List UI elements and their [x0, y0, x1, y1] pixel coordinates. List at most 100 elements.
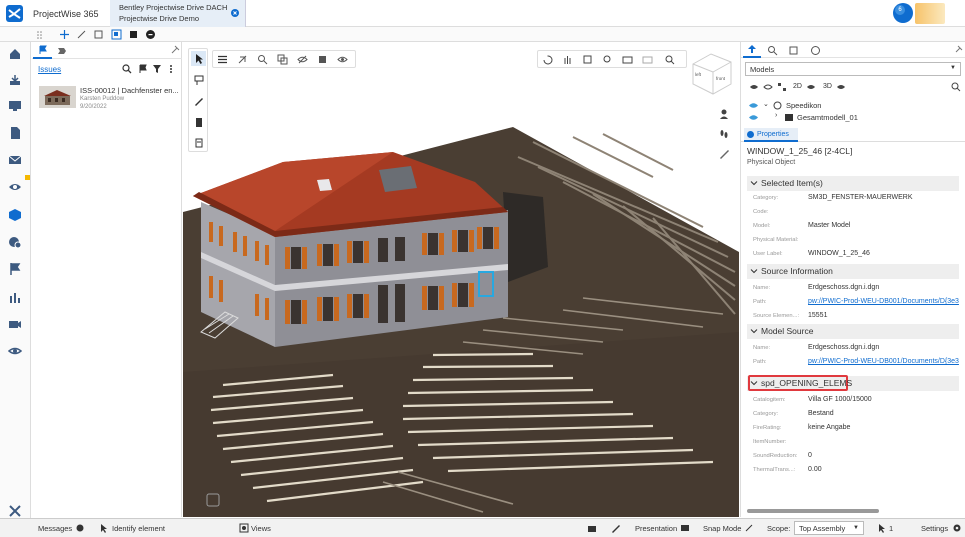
issue-list-item[interactable]: ISS-00012 | Dachfenster en... Karsten Pu… [32, 84, 182, 114]
pencil-status-icon[interactable] [611, 523, 621, 533]
expand-chevron-icon[interactable]: ⌄ [763, 100, 769, 108]
no-markup-icon[interactable] [237, 54, 248, 65]
settings-label[interactable]: Settings [921, 524, 948, 533]
model-path-link[interactable]: pw://PWIC-Prod-WEU-DB001/Documents/D{3e3 [808, 358, 959, 365]
line-icon[interactable] [76, 29, 87, 40]
presentation-icon[interactable] [680, 523, 690, 533]
views-label[interactable]: Views [251, 524, 271, 533]
2d-toggle[interactable]: 2D [793, 83, 802, 90]
briefcase-icon[interactable] [587, 523, 597, 533]
monitor-icon[interactable] [8, 99, 22, 113]
user-avatar[interactable] [915, 3, 945, 24]
more-options-icon[interactable] [168, 64, 174, 74]
tools-icon[interactable] [8, 504, 22, 518]
models-select[interactable]: Models ▼ [745, 62, 961, 76]
hide-all-icon[interactable] [763, 82, 773, 92]
expand-chevron-icon[interactable]: › [775, 112, 777, 119]
pin-icon[interactable] [170, 45, 180, 55]
ruler-icon[interactable] [718, 148, 730, 160]
hide-icon[interactable] [297, 54, 308, 65]
scope-select[interactable]: Top Assembly ▼ [794, 521, 864, 535]
eye-icon[interactable] [8, 180, 22, 194]
messages-label[interactable]: Messages [38, 524, 72, 533]
isolate-icon[interactable] [317, 54, 328, 65]
snap-mode-label[interactable]: Snap Mode [703, 524, 741, 533]
close-tab-icon[interactable] [231, 9, 239, 17]
footsteps-icon[interactable] [718, 128, 730, 140]
video-icon[interactable] [8, 317, 22, 331]
list-tool-icon[interactable] [193, 137, 205, 149]
horizontal-scrollbar[interactable] [747, 509, 879, 513]
show-all-icon[interactable] [337, 54, 348, 65]
bar-chart-icon[interactable] [8, 290, 22, 304]
chevron-down-icon [750, 379, 758, 387]
gear-icon[interactable] [952, 523, 962, 533]
2d-eye-icon[interactable] [806, 82, 816, 92]
pin-panel-icon[interactable] [953, 45, 963, 55]
issues-tab[interactable] [33, 42, 52, 59]
section-icon[interactable] [111, 29, 122, 40]
settings-cloud-icon[interactable] [8, 235, 22, 249]
tree-icon[interactable] [777, 82, 787, 92]
cube-icon[interactable] [8, 208, 22, 222]
walk-icon[interactable] [642, 54, 653, 65]
spd-opening-elems-header[interactable]: spd_OPENING_ELEMS [747, 375, 959, 391]
menu-icon[interactable] [217, 54, 228, 65]
identify-element-label[interactable]: Identify element [112, 524, 165, 533]
pan-icon[interactable] [562, 54, 573, 65]
filter-icon[interactable] [152, 64, 162, 74]
source-information-header[interactable]: Source Information [747, 264, 959, 279]
download-icon[interactable] [8, 73, 22, 87]
copy-icon[interactable] [277, 54, 288, 65]
mail-icon[interactable] [8, 153, 22, 167]
tree-item-speedikon[interactable]: ⌄ Speedikon [749, 100, 961, 112]
model-source-header[interactable]: Model Source [747, 324, 959, 339]
camera-icon[interactable] [622, 54, 633, 65]
flag-filter-icon[interactable] [138, 64, 148, 74]
zoom-extents-icon[interactable] [664, 54, 675, 65]
source-path-link[interactable]: pw://PWIC-Prod-WEU-DB001/Documents/D{3e3 [808, 298, 959, 305]
pencil-icon[interactable] [193, 95, 205, 107]
search-tab-icon[interactable] [767, 45, 778, 56]
groups-tab-icon[interactable] [810, 45, 821, 56]
zoom-icon[interactable] [257, 54, 268, 65]
clash-tab-icon[interactable] [56, 44, 70, 57]
fit-view-icon[interactable] [582, 54, 593, 65]
clipboard-icon[interactable] [193, 116, 205, 128]
3d-viewport[interactable]: left front [183, 42, 739, 517]
snap-icon[interactable] [744, 523, 754, 533]
window-zoom-icon[interactable] [602, 54, 613, 65]
tree-item-gesamtmodell[interactable]: › Gesamtmodell_01 [749, 112, 961, 124]
presentation-label[interactable]: Presentation [635, 524, 677, 533]
search-icon[interactable] [122, 64, 132, 74]
view-icon[interactable] [8, 344, 22, 358]
model-tree-tab-icon[interactable] [743, 42, 761, 58]
issues-title[interactable]: Issues [38, 65, 61, 74]
selected-items-header[interactable]: Selected Item(s) [747, 176, 959, 191]
rotate-icon[interactable] [542, 54, 553, 65]
markup-tool-icon[interactable] [193, 74, 205, 86]
document-icon[interactable] [8, 126, 22, 140]
home-icon[interactable] [8, 47, 22, 61]
show-icon[interactable] [749, 82, 759, 92]
people-icon[interactable] [718, 108, 730, 120]
rectangle-icon[interactable] [93, 29, 104, 40]
3d-toggle[interactable]: 3D [823, 83, 832, 90]
select-tool-icon[interactable] [191, 51, 206, 66]
properties-tab[interactable]: Properties [744, 128, 798, 142]
measure-icon[interactable] [59, 29, 70, 40]
tree-search-icon[interactable] [951, 82, 961, 92]
message-icon[interactable] [76, 524, 84, 532]
navigation-cube[interactable]: left front [689, 50, 735, 96]
square-fill-icon[interactable] [128, 29, 139, 40]
stop-icon[interactable] [145, 29, 156, 40]
tree-label: Speedikon [786, 101, 822, 110]
3d-eye-icon[interactable] [836, 82, 846, 92]
app-name[interactable]: ProjectWise 365 [33, 9, 99, 19]
project-tab[interactable]: Bentley Projectwise Drive DACH Projectwi… [110, 0, 246, 27]
layers-tab-icon[interactable] [788, 45, 799, 56]
projectwise-logo-icon[interactable] [6, 5, 23, 22]
visibility-eye-icon[interactable] [749, 113, 758, 122]
visibility-eye-icon[interactable] [749, 101, 758, 110]
flag-icon[interactable] [8, 262, 22, 276]
